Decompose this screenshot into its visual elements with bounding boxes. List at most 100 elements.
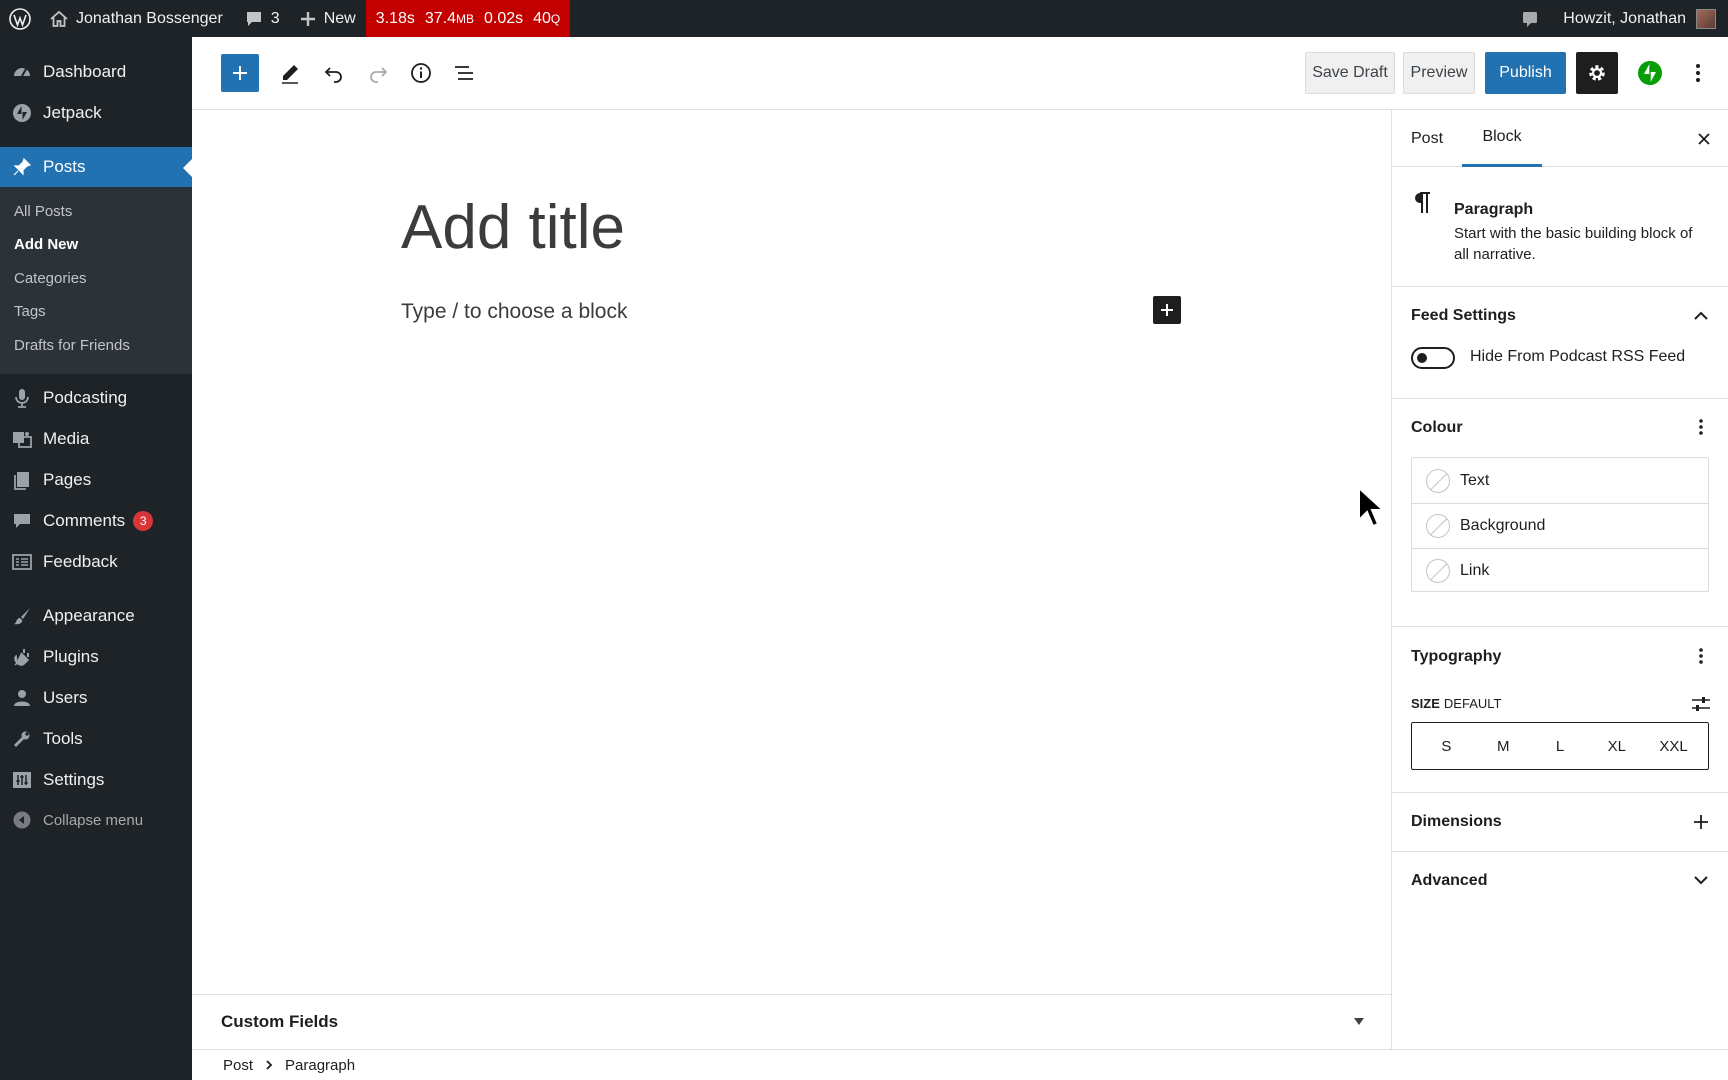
collapse-menu-button[interactable]: Collapse menu: [0, 800, 192, 840]
block-description: Start with the basic building block of a…: [1454, 225, 1693, 263]
collapse-arrow-icon: [0, 811, 43, 829]
menu-settings[interactable]: Settings: [0, 760, 192, 800]
menu-jetpack[interactable]: Jetpack: [0, 93, 192, 133]
comment-bubble-icon: [245, 10, 263, 28]
redo-icon[interactable]: [360, 53, 396, 93]
site-name-link[interactable]: Jonathan Bossenger: [40, 0, 235, 37]
font-size-xxl[interactable]: XXL: [1648, 738, 1700, 755]
query-monitor-stats[interactable]: 3.18s 37.4MB 0.02s 40Q: [365, 0, 571, 37]
colour-options-icon[interactable]: [1691, 417, 1711, 437]
avatar[interactable]: [1696, 8, 1716, 29]
wordpress-logo-icon[interactable]: [0, 0, 40, 37]
tab-block[interactable]: Block: [1462, 110, 1542, 167]
menu-posts[interactable]: Posts: [0, 147, 192, 187]
custom-size-sliders-icon[interactable]: [1691, 694, 1711, 714]
custom-fields-title[interactable]: Custom Fields: [221, 1012, 338, 1032]
feed-settings-title[interactable]: Feed Settings: [1411, 307, 1516, 325]
font-size-xl[interactable]: XL: [1591, 738, 1643, 755]
comment-icon: [0, 511, 43, 531]
comments-link[interactable]: 3: [235, 0, 292, 37]
font-size-picker: S M L XL XXL: [1411, 722, 1709, 770]
paragraph-block-input[interactable]: Type / to choose a block: [401, 300, 627, 324]
advanced-title[interactable]: Advanced: [1411, 872, 1487, 890]
menu-tools[interactable]: Tools: [0, 719, 192, 759]
more-options-icon[interactable]: [1680, 52, 1716, 94]
inline-add-block-button[interactable]: [1153, 296, 1181, 324]
save-draft-button[interactable]: Save Draft: [1305, 52, 1395, 94]
breadcrumb-post[interactable]: Post: [223, 1057, 253, 1074]
feedback-icon: [0, 552, 43, 572]
admin-sidebar: Dashboard Jetpack Posts All Posts Add Ne…: [0, 37, 192, 1080]
hide-from-rss-toggle[interactable]: [1411, 347, 1455, 369]
editor-header: Save Draft Preview Publish: [192, 37, 1728, 110]
colour-title: Colour: [1411, 419, 1463, 436]
menu-plugins[interactable]: Plugins: [0, 637, 192, 677]
advanced-panel: Advanced: [1392, 852, 1728, 909]
jetpack-icon: [0, 103, 43, 123]
user-icon: [0, 688, 43, 708]
preview-button[interactable]: Preview: [1403, 52, 1475, 94]
settings-tabs: Post Block: [1392, 110, 1728, 167]
plus-icon[interactable]: [1691, 812, 1711, 832]
media-icon: [0, 429, 43, 449]
memory-usage: 37.4MB: [424, 9, 474, 27]
triangle-down-icon[interactable]: [1353, 1017, 1365, 1027]
db-time: 0.02s: [483, 9, 524, 27]
plus-icon: [300, 11, 316, 27]
new-label: New: [323, 9, 356, 27]
jetpack-icon[interactable]: [1630, 52, 1670, 94]
breadcrumb-paragraph[interactable]: Paragraph: [285, 1057, 355, 1074]
tools-pencil-icon[interactable]: [272, 53, 308, 93]
tab-post[interactable]: Post: [1411, 110, 1443, 167]
menu-feedback[interactable]: Feedback: [0, 542, 192, 582]
settings-gear-icon[interactable]: [1576, 52, 1618, 94]
menu-users[interactable]: Users: [0, 678, 192, 718]
query-count: 40Q: [533, 9, 561, 27]
submenu-tags[interactable]: Tags: [14, 303, 46, 320]
mouse-cursor-icon: [1357, 486, 1385, 532]
typography-options-icon[interactable]: [1691, 646, 1711, 666]
block-name: Paragraph: [1454, 201, 1534, 218]
colour-background-option[interactable]: Background: [1412, 503, 1708, 548]
submenu-categories[interactable]: Categories: [14, 270, 87, 287]
menu-comments[interactable]: Comments 3: [0, 501, 192, 541]
font-size-l[interactable]: L: [1534, 738, 1586, 755]
admin-bar: Jonathan Bossenger 3 New 3.18s 37.4MB 0.…: [0, 0, 1728, 37]
submenu-drafts-for-friends[interactable]: Drafts for Friends: [14, 337, 130, 354]
colour-list: Text Background Link: [1411, 457, 1709, 592]
close-icon[interactable]: [1692, 110, 1716, 167]
list-view-icon[interactable]: [446, 53, 482, 93]
menu-appearance[interactable]: Appearance: [0, 596, 192, 636]
chevron-down-icon[interactable]: [1691, 870, 1711, 890]
menu-media[interactable]: Media: [0, 419, 192, 459]
empty-swatch-icon: [1426, 468, 1450, 493]
menu-podcasting[interactable]: Podcasting: [0, 378, 192, 418]
dashboard-icon: [0, 62, 43, 82]
block-card: Paragraph Start with the basic building …: [1392, 167, 1728, 287]
publish-button[interactable]: Publish: [1485, 52, 1566, 94]
settings-icon: [0, 770, 43, 790]
typography-title: Typography: [1411, 648, 1502, 665]
submenu-all-posts[interactable]: All Posts: [14, 203, 72, 220]
my-account-link[interactable]: Howzit, Jonathan: [1563, 0, 1696, 37]
comments-count: 3: [270, 9, 280, 27]
colour-panel: Colour Text Background Link: [1392, 399, 1728, 627]
pin-icon: [0, 157, 43, 177]
chevron-right-icon: [265, 1059, 273, 1071]
menu-dashboard[interactable]: Dashboard: [0, 52, 192, 92]
menu-pages[interactable]: Pages: [0, 460, 192, 500]
undo-icon[interactable]: [316, 53, 352, 93]
font-size-s[interactable]: S: [1420, 738, 1472, 755]
dimensions-title: Dimensions: [1411, 813, 1502, 830]
new-content-link[interactable]: New: [292, 0, 366, 37]
block-inserter-button[interactable]: [221, 54, 259, 92]
chevron-up-icon[interactable]: [1691, 305, 1711, 325]
font-size-m[interactable]: M: [1477, 738, 1529, 755]
submenu-add-new[interactable]: Add New: [14, 236, 78, 253]
details-info-icon[interactable]: [403, 53, 439, 93]
colour-text-option[interactable]: Text: [1412, 458, 1708, 503]
colour-link-option[interactable]: Link: [1412, 548, 1708, 593]
plugin-icon: [0, 647, 43, 667]
notifications-icon[interactable]: [1515, 0, 1545, 37]
post-title-input[interactable]: Add title: [401, 192, 625, 263]
